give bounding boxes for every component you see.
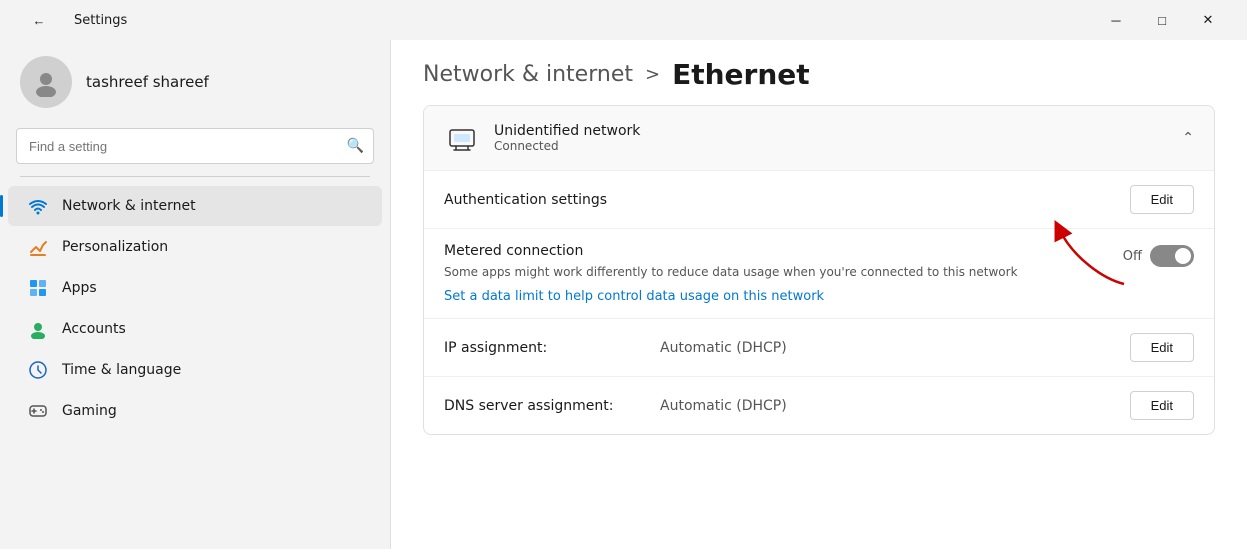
app-title: Settings	[74, 13, 127, 28]
scroll-area: Unidentified network Connected ⌃ Authent…	[391, 105, 1247, 549]
content-area: tashreef shareef 🔍	[0, 40, 1247, 549]
breadcrumb: Network & internet > Ethernet	[391, 40, 1247, 105]
network-card-icon	[444, 120, 480, 156]
data-limit-link[interactable]: Set a data limit to help control data us…	[444, 289, 1107, 304]
search-icon: 🔍	[347, 138, 364, 154]
avatar	[20, 56, 72, 108]
sidebar-item-time-label: Time & language	[62, 362, 181, 378]
network-name: Unidentified network	[494, 123, 1168, 139]
dns-assignment-value: Automatic (DHCP)	[660, 398, 1114, 414]
time-icon	[28, 360, 48, 380]
back-button[interactable]: ←	[16, 4, 62, 36]
chevron-up-icon: ⌃	[1182, 130, 1194, 146]
sidebar-item-personalization[interactable]: Personalization	[8, 227, 382, 267]
dns-assignment-edit-button[interactable]: Edit	[1130, 391, 1194, 420]
user-section: tashreef shareef	[0, 40, 390, 124]
search-input[interactable]	[16, 128, 374, 164]
sidebar-item-network[interactable]: Network & internet	[8, 186, 382, 226]
metered-toggle[interactable]	[1150, 245, 1194, 267]
apps-icon	[28, 278, 48, 298]
breadcrumb-parent[interactable]: Network & internet	[423, 62, 633, 87]
metered-connection-row: Metered connection Some apps might work …	[424, 228, 1214, 318]
ip-assignment-edit-button[interactable]: Edit	[1130, 333, 1194, 362]
search-box: 🔍	[16, 128, 374, 164]
maximize-button[interactable]: □	[1139, 4, 1185, 36]
network-header[interactable]: Unidentified network Connected ⌃	[424, 106, 1214, 170]
breadcrumb-separator: >	[645, 64, 660, 85]
dns-assignment-label: DNS server assignment:	[444, 398, 644, 414]
sidebar: tashreef shareef 🔍	[0, 40, 390, 549]
window-controls: ─ □ ✕	[1093, 4, 1231, 36]
toggle-off-label: Off	[1123, 249, 1142, 264]
settings-window: ← Settings ─ □ ✕ tashreef shareef 🔍	[0, 0, 1247, 549]
nav-list: Network & internet Personalization	[0, 181, 390, 549]
authentication-row: Authentication settings Edit	[424, 170, 1214, 228]
sidebar-item-accounts[interactable]: Accounts	[8, 309, 382, 349]
sidebar-item-gaming-label: Gaming	[62, 403, 117, 419]
ip-assignment-label: IP assignment:	[444, 340, 644, 356]
authentication-edit-button[interactable]: Edit	[1130, 185, 1194, 214]
username: tashreef shareef	[86, 73, 209, 91]
sidebar-item-network-label: Network & internet	[62, 198, 196, 214]
main-content: Network & internet > Ethernet	[390, 40, 1247, 549]
ip-assignment-value: Automatic (DHCP)	[660, 340, 1114, 356]
ip-assignment-row: IP assignment: Automatic (DHCP) Edit	[424, 318, 1214, 376]
sidebar-item-personalization-label: Personalization	[62, 239, 168, 255]
metered-description: Some apps might work differently to redu…	[444, 263, 1044, 281]
network-icon	[28, 196, 48, 216]
network-status: Connected	[494, 139, 1168, 153]
sidebar-item-time[interactable]: Time & language	[8, 350, 382, 390]
close-button[interactable]: ✕	[1185, 4, 1231, 36]
sidebar-item-gaming[interactable]: Gaming	[8, 391, 382, 431]
personalization-icon	[28, 237, 48, 257]
breadcrumb-current: Ethernet	[672, 58, 810, 91]
titlebar: ← Settings ─ □ ✕	[0, 0, 1247, 40]
gaming-icon	[28, 401, 48, 421]
sidebar-item-apps-label: Apps	[62, 280, 97, 296]
metered-title: Metered connection	[444, 243, 1107, 259]
minimize-button[interactable]: ─	[1093, 4, 1139, 36]
sidebar-divider	[20, 176, 370, 177]
authentication-label: Authentication settings	[444, 192, 1114, 208]
metered-content: Metered connection Some apps might work …	[444, 243, 1107, 304]
network-header-info: Unidentified network Connected	[494, 123, 1168, 153]
sidebar-item-accounts-label: Accounts	[62, 321, 126, 337]
network-card: Unidentified network Connected ⌃ Authent…	[423, 105, 1215, 435]
accounts-icon	[28, 319, 48, 339]
dns-assignment-row: DNS server assignment: Automatic (DHCP) …	[424, 376, 1214, 434]
sidebar-item-apps[interactable]: Apps	[8, 268, 382, 308]
metered-toggle-area: Off	[1123, 245, 1194, 267]
